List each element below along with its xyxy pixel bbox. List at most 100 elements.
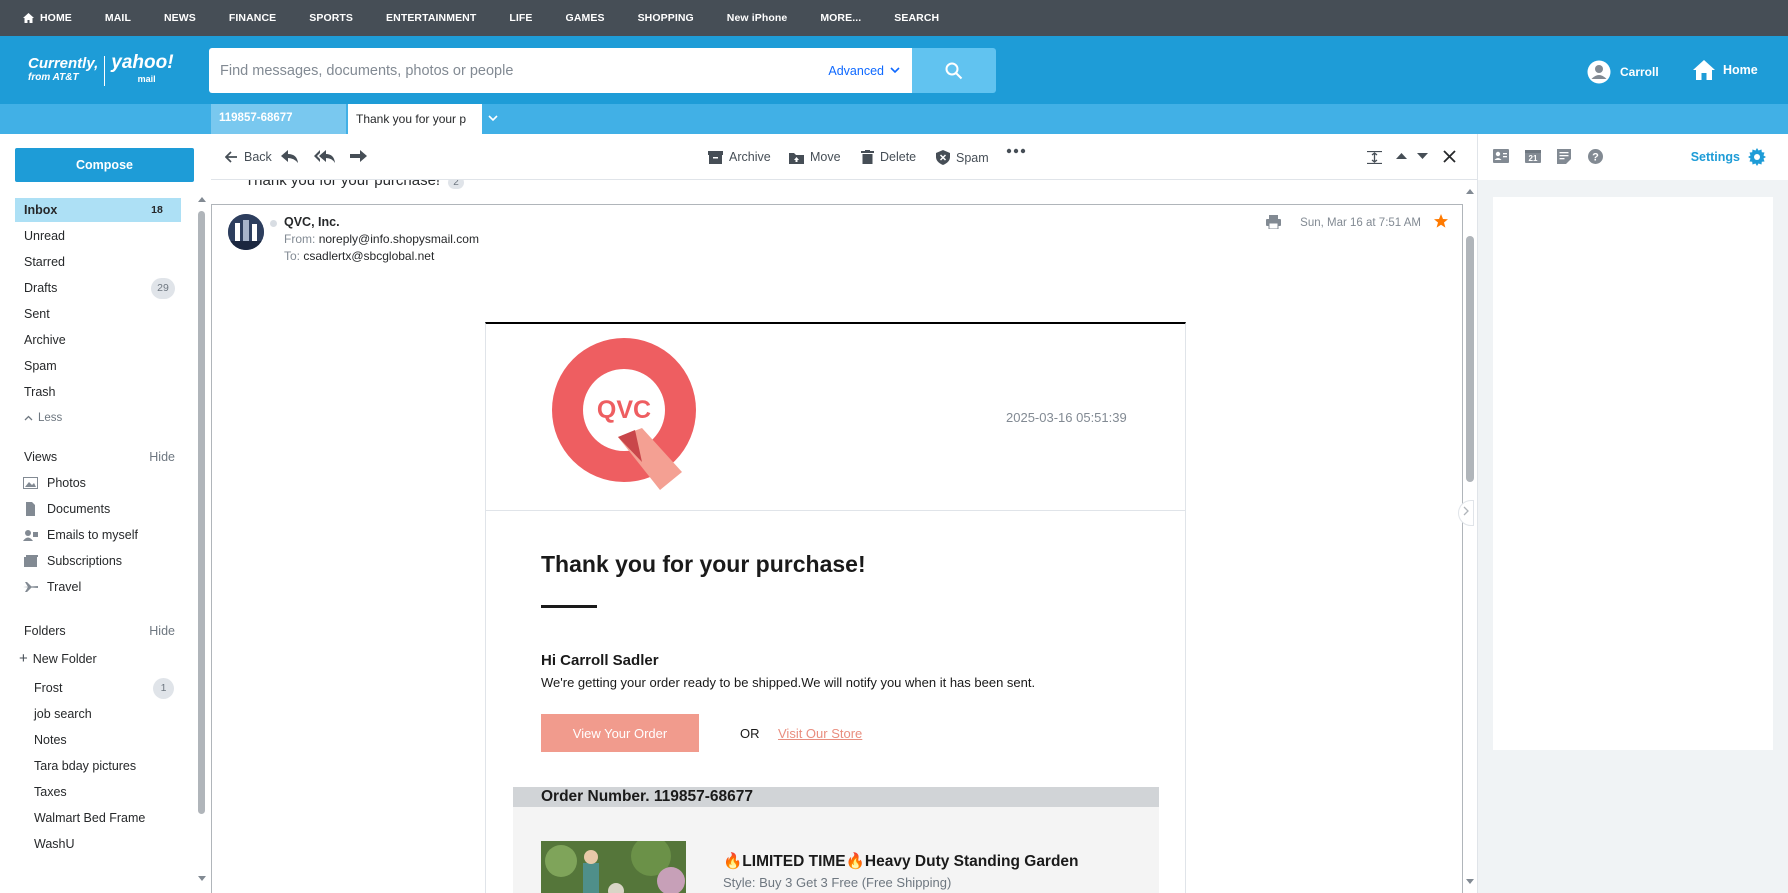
scrollbar-thumb[interactable] xyxy=(198,211,205,814)
views-header: Views Hide xyxy=(24,450,175,464)
folders-hide-button[interactable]: Hide xyxy=(149,624,175,638)
qvc-logo[interactable]: QVC xyxy=(541,326,696,511)
folder-taxes[interactable]: Taxes xyxy=(34,780,174,804)
move-label: Move xyxy=(810,150,841,164)
view-label: Emails to myself xyxy=(47,528,138,542)
scroll-down-icon[interactable] xyxy=(198,876,206,882)
search-input[interactable]: Find messages, documents, photos or peop… xyxy=(220,63,828,79)
sidebar-less-toggle[interactable]: Less xyxy=(15,406,181,430)
thread-count-badge: 2 xyxy=(448,180,464,189)
help-icon[interactable]: ? xyxy=(1588,149,1603,164)
tab-message[interactable]: Thank you for your p xyxy=(348,104,482,134)
folder-notes[interactable]: Notes xyxy=(34,728,174,752)
back-button[interactable]: Back xyxy=(225,150,272,164)
user-profile-button[interactable]: Carroll xyxy=(1587,60,1659,84)
sidebar-item-starred[interactable]: Starred xyxy=(15,250,181,274)
message-scrollbar[interactable] xyxy=(1463,180,1477,893)
view-order-button[interactable]: View Your Order xyxy=(541,714,699,752)
star-button[interactable] xyxy=(1434,214,1448,233)
sidebar-item-spam[interactable]: Spam xyxy=(15,354,181,378)
product-image[interactable] xyxy=(541,841,686,893)
compose-button[interactable]: Compose xyxy=(15,148,194,182)
new-folder-label: New Folder xyxy=(32,651,97,666)
new-folder-button[interactable]: + New Folder xyxy=(19,650,97,667)
archive-button[interactable]: Archive xyxy=(708,150,771,164)
folder-walmart-bed-frame[interactable]: Walmart Bed Frame xyxy=(34,806,174,830)
search-box[interactable]: Find messages, documents, photos or peop… xyxy=(209,48,912,93)
close-button[interactable] xyxy=(1443,150,1462,163)
search-button[interactable] xyxy=(912,48,996,93)
sidebar-item-label: Trash xyxy=(24,385,56,399)
print-button[interactable] xyxy=(1266,215,1281,234)
airplane-icon xyxy=(23,582,38,592)
from-line: From: noreply@info.shopysmail.com xyxy=(284,232,479,246)
sidebar-item-sent[interactable]: Sent xyxy=(15,302,181,326)
sidebar-item-trash[interactable]: Trash xyxy=(15,380,181,404)
folder-frost[interactable]: Frost 1 xyxy=(34,676,174,700)
topnav-shopping[interactable]: SHOPPING xyxy=(638,12,694,24)
sidebar-item-inbox[interactable]: Inbox 18 xyxy=(15,198,181,222)
topnav-home[interactable]: HOME xyxy=(23,12,72,24)
scroll-up-icon[interactable] xyxy=(1463,188,1477,195)
reply-button[interactable] xyxy=(281,150,305,164)
topnav-life[interactable]: LIFE xyxy=(509,12,532,24)
email-body: QVC 2025-03-16 05:51:39 Thank you for yo… xyxy=(485,322,1186,893)
previous-thread-subject[interactable]: Thank you for your purchase! 2 xyxy=(245,180,464,189)
to-address[interactable]: csadlertx@sbcglobal.net xyxy=(303,249,434,263)
topnav-search[interactable]: SEARCH xyxy=(894,12,939,24)
chevron-down-icon[interactable] xyxy=(487,112,499,124)
scroll-down-icon[interactable] xyxy=(1463,878,1477,885)
tab-order-search[interactable]: 119857-68677 xyxy=(211,104,346,134)
contacts-icon[interactable] xyxy=(1493,149,1509,163)
topnav-mail[interactable]: MAIL xyxy=(105,12,131,24)
more-actions-button[interactable] xyxy=(1006,148,1032,154)
scrollbar-thumb[interactable] xyxy=(1466,236,1474,482)
topnav-news[interactable]: NEWS xyxy=(164,12,196,24)
spam-button[interactable]: Spam xyxy=(936,150,989,165)
view-label: Documents xyxy=(47,502,111,516)
user-name: Carroll xyxy=(1620,65,1659,79)
folder-tara-bday-pictures[interactable]: Tara bday pictures xyxy=(34,754,174,778)
topnav-sports[interactable]: SPORTS xyxy=(309,12,353,24)
notepad-icon[interactable] xyxy=(1557,149,1571,164)
move-button[interactable]: Move xyxy=(789,150,841,164)
home-button[interactable]: Home xyxy=(1693,60,1758,80)
expand-collapse-button[interactable] xyxy=(1367,151,1388,164)
advanced-search-button[interactable]: Advanced xyxy=(828,64,900,78)
delete-button[interactable]: Delete xyxy=(861,150,916,164)
folder-job-search[interactable]: job search xyxy=(34,702,174,726)
view-emails-to-myself[interactable]: Emails to myself xyxy=(23,528,138,542)
previous-message-button[interactable] xyxy=(1396,152,1413,160)
sidebar-scrollbar[interactable] xyxy=(198,194,206,884)
scroll-up-icon[interactable] xyxy=(198,196,206,202)
product-title[interactable]: 🔥LIMITED TIME🔥Heavy Duty Standing Garden… xyxy=(723,852,1079,871)
sidebar-item-archive[interactable]: Archive xyxy=(15,328,181,352)
brand-logo[interactable]: Currently, from AT&T yahoo! mail xyxy=(28,53,174,87)
drafts-count: 29 xyxy=(151,277,175,299)
sidebar-item-drafts[interactable]: Drafts 29 xyxy=(15,276,181,300)
topnav-entertainment[interactable]: ENTERTAINMENT xyxy=(386,12,476,24)
settings-button[interactable]: Settings xyxy=(1691,148,1766,166)
topnav-more[interactable]: MORE... xyxy=(820,12,861,24)
forward-button[interactable] xyxy=(350,150,373,164)
read-status-dot[interactable] xyxy=(270,220,277,227)
sender-name[interactable]: QVC, Inc. xyxy=(284,215,340,229)
view-travel[interactable]: Travel xyxy=(23,580,81,594)
view-photos[interactable]: Photos xyxy=(23,476,86,490)
topnav-games[interactable]: GAMES xyxy=(566,12,605,24)
right-panel-toolbar: 21 ? Settings xyxy=(1478,134,1788,180)
calendar-icon[interactable]: 21 xyxy=(1525,149,1541,163)
reply-all-button[interactable] xyxy=(314,150,342,164)
view-documents[interactable]: Documents xyxy=(23,502,110,516)
email-header: QVC 2025-03-16 05:51:39 xyxy=(486,324,1185,511)
folder-washu[interactable]: WashU xyxy=(34,832,174,856)
visit-store-link[interactable]: Visit Our Store xyxy=(778,726,862,741)
views-hide-button[interactable]: Hide xyxy=(149,450,175,464)
sidebar-item-unread[interactable]: Unread xyxy=(15,224,181,248)
from-address[interactable]: noreply@info.shopysmail.com xyxy=(319,232,479,246)
topnav-new-iphone[interactable]: New iPhone xyxy=(727,12,788,24)
to-label: To: xyxy=(284,249,301,263)
next-message-button[interactable] xyxy=(1417,152,1434,160)
view-subscriptions[interactable]: Subscriptions xyxy=(23,554,122,568)
topnav-finance[interactable]: FINANCE xyxy=(229,12,276,24)
